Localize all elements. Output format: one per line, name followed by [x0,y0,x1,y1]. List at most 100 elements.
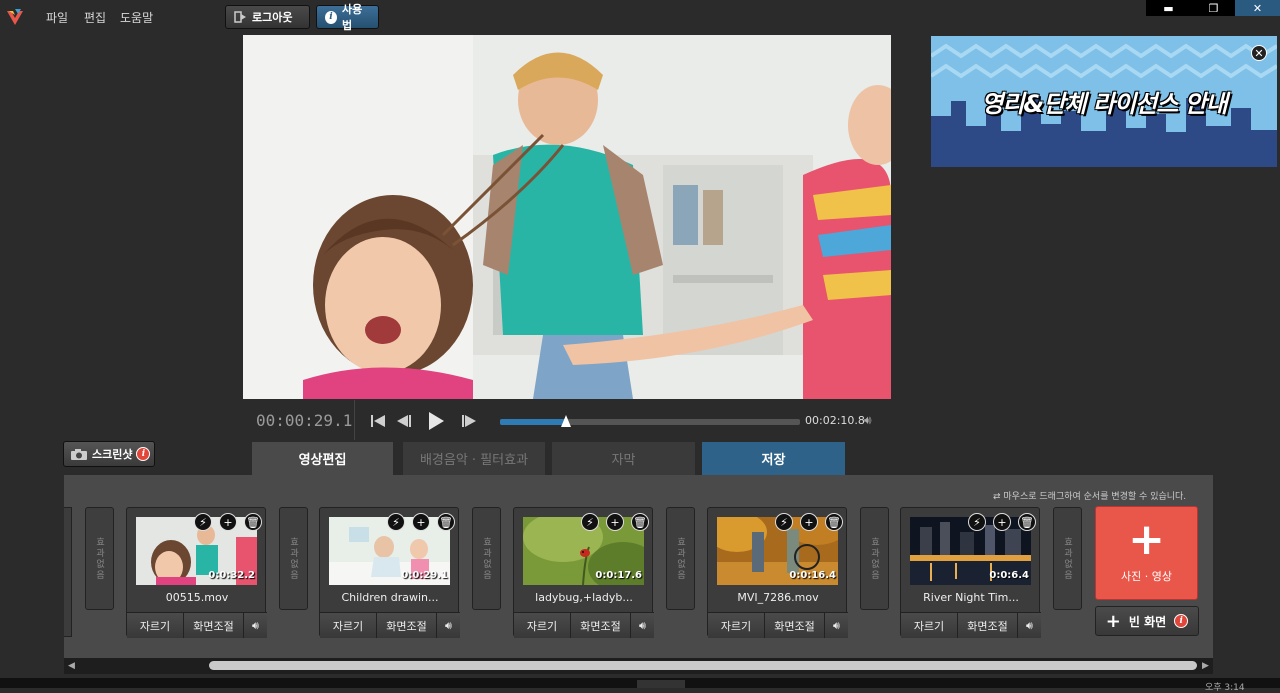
clip-name: MVI_7286.mov [737,591,819,604]
add-icon[interactable]: + [606,513,624,531]
skip-start-icon[interactable] [369,410,387,432]
delete-icon[interactable]: 🗑︎ [1018,513,1036,531]
clip-actions: ⚡︎ + 🗑︎ [775,513,843,531]
logout-icon [234,11,246,23]
volume-icon[interactable]: 🔊︎ [825,613,848,638]
volume-icon[interactable]: 🔊︎ [244,613,267,638]
info-icon[interactable]: i [1174,614,1189,628]
adjust-button[interactable]: 화면조절 [571,613,631,638]
delete-icon[interactable]: 🗑︎ [437,513,455,531]
restore-button[interactable]: ❐ [1191,0,1236,16]
clip-name: River Night Tim... [923,591,1019,604]
info-icon[interactable]: i [136,447,151,461]
effect-slot[interactable]: 효과없음 [472,507,501,610]
add-media-button[interactable]: + 사진 · 영상 [1095,506,1198,600]
add-blank-button[interactable]: + 빈 화면 i [1095,606,1199,636]
scroll-left-icon[interactable]: ◀ [68,661,75,671]
seek-handle[interactable] [561,415,571,427]
speed-icon[interactable]: ⚡︎ [968,513,986,531]
drag-hint: ⇄ 마우스로 드래그하여 순서를 변경할 수 있습니다. [993,492,1187,502]
clip-card[interactable]: ⚡︎ + 🗑︎ 0:0:16.4 MVI_7286.mov 자르기 화면조절 🔊︎ [707,507,848,638]
clip-duration: 0:0:29.1 [401,570,448,581]
clip-actions: ⚡︎ + 🗑︎ [968,513,1036,531]
tab-save[interactable]: 저장 [702,442,845,475]
adjust-button[interactable]: 화면조절 [765,613,825,638]
clip-card[interactable]: ⚡︎ + 🗑︎ 0:0:29.1 Children drawin... 자르기 화면… [319,507,460,638]
add-icon[interactable]: + [219,513,237,531]
tab-music-filter[interactable]: 배경음악 · 필터효과 [403,442,545,475]
clip-duration: 0:0:16.4 [789,570,836,581]
howto-button[interactable]: i 사용법 [316,3,379,32]
clip-buttons: 자르기 화면조절 🔊︎ [320,612,460,638]
step-back-icon[interactable] [395,410,413,432]
menu-help[interactable]: 도움말 [120,9,153,26]
volume-icon[interactable]: 🔊︎ [437,613,460,638]
clip-buttons: 자르기 화면조절 🔊︎ [708,612,848,638]
volume-icon[interactable]: 🔊︎ [1018,613,1041,638]
camera-icon [71,448,87,460]
clip-duration: 0:0:32.2 [208,570,255,581]
close-button[interactable]: ✕ [1235,0,1280,16]
volume-icon[interactable]: 🔊︎ [631,613,654,638]
menu-edit[interactable]: 편집 [84,9,106,26]
speed-icon[interactable]: ⚡︎ [194,513,212,531]
add-media-label: 사진 · 영상 [1121,570,1172,583]
total-duration: 00:02:10.8 [805,414,865,427]
banner-title: 영리&단체 라이선스 안내 [981,90,1227,118]
cut-button[interactable]: 자르기 [901,613,958,638]
adjust-button[interactable]: 화면조절 [958,613,1018,638]
scrollbar-thumb[interactable] [209,661,1197,670]
effect-slot[interactable]: 효과없음 [279,507,308,610]
clip-name: ladybug,+ladyb... [535,591,633,604]
taskbar-item[interactable] [637,680,685,688]
clip-duration: 0:0:6.4 [989,570,1029,581]
window-controls: ▬ ❐ ✕ [1146,0,1280,16]
tab-video-edit[interactable]: 영상편집 [252,442,393,475]
effect-slot[interactable]: 효과없음 [85,507,114,610]
screenshot-button[interactable]: 스크린샷 i [63,441,155,467]
clip-actions: ⚡︎ + 🗑︎ [581,513,649,531]
add-icon[interactable]: + [412,513,430,531]
divider [354,400,355,440]
video-preview [243,35,891,399]
volume-icon[interactable]: 🔊︎ [864,413,872,428]
scroll-right-icon[interactable]: ▶ [1202,661,1209,671]
cut-button[interactable]: 자르기 [127,613,184,638]
add-icon[interactable]: + [993,513,1011,531]
cut-button[interactable]: 자르기 [320,613,377,638]
clip-buttons: 자르기 화면조절 🔊︎ [127,612,267,638]
add-blank-label: 빈 화면 [1128,614,1167,629]
add-icon[interactable]: + [800,513,818,531]
current-time: 00:00:29.1 [256,411,353,430]
speed-icon[interactable]: ⚡︎ [387,513,405,531]
effect-slot[interactable]: 효과없음 [860,507,889,610]
clip-buttons: 자르기 화면조절 🔊︎ [514,612,654,638]
adjust-button[interactable]: 화면조절 [377,613,437,638]
clip-name: 00515.mov [165,591,229,604]
plus-icon: + [1105,610,1121,632]
clip-buttons: 자르기 화면조절 🔊︎ [901,612,1041,638]
clip-card[interactable]: ⚡︎ + 🗑︎ 0:0:17.6 ladybug,+ladyb... 자르기 화면조… [513,507,654,638]
delete-icon[interactable]: 🗑︎ [825,513,843,531]
clip-card[interactable]: ⚡︎ + 🗑︎ 0:0:32.2 00515.mov 자르기 화면조절 🔊︎ [126,507,267,638]
adjust-button[interactable]: 화면조절 [184,613,244,638]
cut-button[interactable]: 자르기 [708,613,765,638]
clip-partial[interactable] [64,507,72,637]
effect-slot[interactable]: 효과없음 [666,507,695,610]
cut-button[interactable]: 자르기 [514,613,571,638]
delete-icon[interactable]: 🗑︎ [631,513,649,531]
logout-label: 로그아웃 [252,11,293,24]
effect-slot[interactable]: 효과없음 [1053,507,1082,610]
step-forward-icon[interactable] [459,410,479,432]
speed-icon[interactable]: ⚡︎ [581,513,599,531]
delete-icon[interactable]: 🗑︎ [244,513,262,531]
banner-close-icon[interactable]: ✕ [1251,45,1267,61]
clip-card[interactable]: ⚡︎ + 🗑︎ 0:0:6.4 River Night Tim... 자르기 화면조… [900,507,1041,638]
menu-file[interactable]: 파일 [46,9,68,26]
howto-label: 사용법 [341,3,363,32]
tab-subtitle[interactable]: 자막 [552,442,695,475]
logout-button[interactable]: 로그아웃 [225,5,310,29]
speed-icon[interactable]: ⚡︎ [775,513,793,531]
play-icon[interactable] [425,410,447,432]
minimize-button[interactable]: ▬ [1146,0,1191,16]
